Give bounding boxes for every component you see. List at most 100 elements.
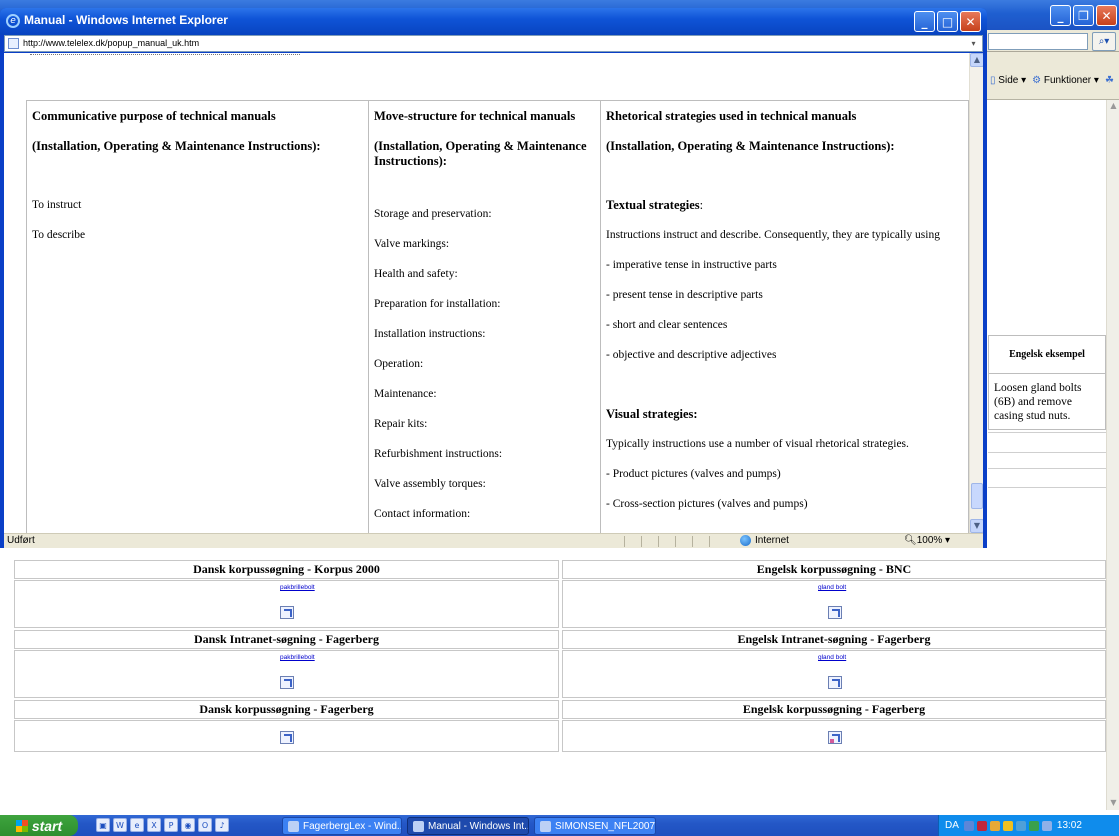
search-result-icon[interactable] <box>280 676 294 689</box>
popup-scrollbar[interactable]: ▲ ▼ <box>969 53 983 533</box>
minimize-button[interactable]: _ <box>1050 5 1071 26</box>
scroll-up-icon[interactable]: ▲ <box>1108 100 1119 112</box>
volume-icon[interactable] <box>1041 820 1052 831</box>
background-search-field[interactable] <box>988 33 1088 50</box>
maximize-button[interactable]: □ <box>937 11 958 32</box>
desktop-icon[interactable]: ▣ <box>96 818 110 832</box>
purpose-item: To instruct <box>32 199 82 211</box>
scroll-thumb[interactable] <box>971 483 983 509</box>
dansk-fagerberg-cell <box>14 720 559 752</box>
engelsk-fagerberg-cell <box>562 720 1106 752</box>
textual-item: - present tense in descriptive parts <box>606 289 763 301</box>
quick-launch: ▣ W e X P ◉ O ♪ <box>96 818 229 832</box>
background-scrollbar[interactable]: ▲ ▼ <box>1106 100 1119 810</box>
system-tray: DA 13:02 <box>938 815 1119 836</box>
popup-url[interactable]: http://www.telelex.dk/popup_manual_uk.ht… <box>23 38 199 48</box>
engelsk-intranet-cell: gland bolt <box>562 650 1106 698</box>
gear-icon: ⚙ <box>1032 75 1042 86</box>
move-item: Operation: <box>374 358 424 370</box>
search-icon[interactable]: ⌕▾ <box>1092 32 1116 51</box>
page-icon: ▯ <box>990 75 996 86</box>
popup-content: Communicative purpose of technical manua… <box>4 53 983 533</box>
excel-icon[interactable]: X <box>147 818 161 832</box>
pakbrillebolt-link[interactable]: pakbrillebolt <box>280 584 315 591</box>
popup-titlebar[interactable]: e Manual - Windows Internet Explorer _ □… <box>0 8 987 35</box>
powerpoint-icon[interactable]: P <box>164 818 178 832</box>
gland-bolt-link[interactable]: gland bolt <box>818 654 846 661</box>
textual-item: - imperative tense in instructive parts <box>606 259 777 271</box>
move-item: Preparation for installation: <box>374 298 501 310</box>
app-tray-icon[interactable] <box>1028 820 1039 831</box>
search-result-icon[interactable] <box>828 676 842 689</box>
search-result-icon[interactable] <box>280 731 294 744</box>
move-item: Installation instructions: <box>374 328 486 340</box>
ie-icon[interactable]: e <box>130 818 144 832</box>
move-item: Valve assembly torques: <box>374 478 486 490</box>
language-indicator[interactable]: DA <box>945 820 959 831</box>
media-icon[interactable]: ◉ <box>181 818 195 832</box>
move-item: Repair kits: <box>374 418 428 430</box>
textual-item: Instructions instruct and describe. Cons… <box>606 229 940 241</box>
taskbar-fagerberglex[interactable]: FagerbergLex - Wind... <box>282 817 402 835</box>
divider <box>988 452 1106 453</box>
outlook-icon[interactable]: O <box>198 818 212 832</box>
tray-icons <box>963 820 1052 831</box>
search-result-icon[interactable] <box>280 606 294 619</box>
dansk-intranet-cell: pakbrillebolt <box>14 650 559 698</box>
manual-table: Communicative purpose of technical manua… <box>26 100 969 533</box>
gland-bolt-link[interactable]: gland bolt <box>818 584 846 591</box>
windows-logo-icon <box>15 819 28 832</box>
divider <box>988 468 1106 469</box>
side-menu[interactable]: ▯ Side ▾ <box>990 75 1026 86</box>
visual-strategies-heading: Visual strategies: <box>606 407 698 421</box>
popup-title: Manual - Windows Internet Explorer <box>24 13 228 27</box>
command-bar: ▯ Side ▾ ⚙ Funktioner ▾ ☘ <box>990 75 1114 86</box>
textual-item: - objective and descriptive adjectives <box>606 349 777 361</box>
research-icon[interactable]: ☘ <box>1105 75 1114 86</box>
scroll-up-icon[interactable]: ▲ <box>970 53 983 67</box>
security-icon[interactable] <box>976 820 987 831</box>
update-icon[interactable] <box>1002 820 1013 831</box>
popup-address-bar[interactable]: http://www.telelex.dk/popup_manual_uk.ht… <box>4 35 983 52</box>
funktioner-menu[interactable]: ⚙ Funktioner ▾ <box>1032 75 1099 86</box>
dansk-korpus-header: Dansk korpussøgning - Korpus 2000 <box>14 560 559 579</box>
purpose-column: Communicative purpose of technical manua… <box>27 101 369 533</box>
visual-item: Typically instructions use a number of v… <box>606 438 909 450</box>
ie-icon: e <box>6 14 20 28</box>
broken-image-icon[interactable] <box>828 731 842 744</box>
engelsk-korpus-cell: gland bolt <box>562 580 1106 628</box>
scroll-down-icon[interactable]: ▼ <box>970 519 983 533</box>
zoom-level[interactable]: 🔍︎100% ▾ <box>904 535 950 546</box>
move-item: Contact information: <box>374 508 471 520</box>
search-result-icon[interactable] <box>828 606 842 619</box>
engelsk-eksempel-header: Engelsk eksempel <box>989 336 1105 374</box>
minimize-button[interactable]: _ <box>914 11 935 32</box>
printer-icon[interactable] <box>1015 820 1026 831</box>
textual-strategies-heading: Textual strategies: <box>606 198 704 212</box>
app-icon[interactable]: ♪ <box>215 818 229 832</box>
ie-icon <box>288 820 299 832</box>
popup-statusbar: Udført Internet 🔍︎100% ▾ <box>4 533 983 548</box>
page-icon <box>8 38 19 49</box>
taskbar-simonsen[interactable]: SIMONSEN_NFL2007.... <box>534 817 656 835</box>
engelsk-fagerberg-header: Engelsk korpussøgning - Fagerberg <box>562 700 1106 719</box>
network-icon[interactable] <box>989 820 1000 831</box>
word-icon[interactable]: W <box>113 818 127 832</box>
scroll-down-icon[interactable]: ▼ <box>1108 797 1119 809</box>
purpose-heading: Communicative purpose of technical manua… <box>32 109 276 123</box>
start-button[interactable]: start <box>0 815 78 836</box>
close-button[interactable]: ✕ <box>1096 5 1117 26</box>
taskbar: start ▣ W e X P ◉ O ♪ FagerbergLex - Win… <box>0 815 1119 836</box>
move-item: Valve markings: <box>374 238 450 250</box>
chevron-down-icon[interactable]: ▾ <box>967 37 980 50</box>
engelsk-intranet-header: Engelsk Intranet-søgning - Fagerberg <box>562 630 1106 649</box>
background-window-controls: _ ❐ ✕ <box>1050 5 1117 26</box>
engelsk-eksempel-text: Loosen gland bolts (6B) and remove casin… <box>994 382 1082 422</box>
move-item: Refurbishment instructions: <box>374 448 503 460</box>
chevron-left-icon[interactable] <box>963 820 974 831</box>
restore-button[interactable]: ❐ <box>1073 5 1094 26</box>
security-zone[interactable]: Internet <box>740 535 789 546</box>
pakbrillebolt-link[interactable]: pakbrillebolt <box>280 654 315 661</box>
taskbar-manual[interactable]: Manual - Windows Int... <box>407 817 529 835</box>
close-button[interactable]: ✕ <box>960 11 981 32</box>
